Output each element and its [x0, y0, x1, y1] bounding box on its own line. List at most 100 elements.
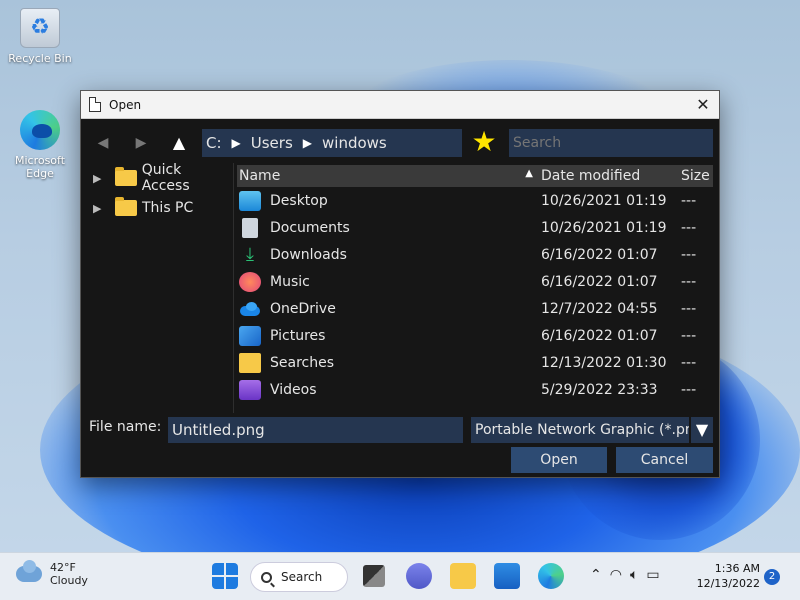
file-name: Searches: [270, 354, 335, 371]
sidebar-item-label: Quick Access: [141, 162, 190, 194]
notification-badge[interactable]: 2: [764, 569, 780, 585]
file-date: 6/16/2022 01:07: [541, 327, 658, 344]
file-row[interactable]: Music 6/16/2022 01:07 ---: [237, 268, 713, 295]
file-size: ---: [681, 327, 697, 344]
desktop-icon-recycle-bin[interactable]: Recycle Bin: [5, 8, 75, 65]
downloads-folder-icon: ⤓: [246, 243, 254, 265]
favorite-star-icon[interactable]: ★: [469, 127, 499, 157]
breadcrumb-separator-icon[interactable]: ▶: [232, 136, 241, 150]
file-row[interactable]: Documents 10/26/2021 01:19 ---: [237, 214, 713, 241]
sort-ascending-icon: ▲: [525, 168, 533, 179]
file-size: ---: [681, 300, 697, 317]
file-name-cell: Videos: [237, 379, 537, 400]
sidebar-item-quick-access[interactable]: ▶ Quick Access: [81, 162, 233, 194]
chevron-up-icon[interactable]: ⌃: [590, 567, 602, 583]
search-icon: [261, 571, 272, 583]
file-name: Desktop: [270, 192, 328, 209]
cloud-icon: [16, 560, 42, 582]
column-header-label: Name: [239, 168, 281, 184]
file-row[interactable]: Searches 12/13/2022 01:30 ---: [237, 349, 713, 376]
filetype-select[interactable]: Portable Network Graphic (*.png) ▼: [471, 417, 713, 443]
file-name-cell: Pictures: [237, 325, 537, 346]
clock-date: 12/13/2022: [696, 577, 760, 590]
volume-icon[interactable]: 🔈︎: [630, 567, 638, 583]
desktop-icon-edge[interactable]: Microsoft Edge: [5, 110, 75, 180]
column-header-date[interactable]: Date modified: [537, 168, 679, 184]
taskbar-search-label: Search: [281, 570, 323, 584]
file-name-cell: Documents: [237, 217, 537, 238]
expand-arrow-icon[interactable]: ▶: [93, 202, 115, 215]
weather-widget[interactable]: 42°F Cloudy: [16, 560, 88, 587]
open-file-dialog: Open ✕ ◀ ▶ ▲ C: ▶ Users ▶ windows ★ ▶ Qu…: [80, 90, 720, 478]
breadcrumb-item[interactable]: windows: [322, 134, 387, 152]
file-date: 12/13/2022 01:30: [541, 354, 667, 371]
file-size: ---: [681, 219, 697, 236]
file-date: 12/7/2022 04:55: [541, 300, 658, 317]
battery-icon[interactable]: ▭: [646, 567, 659, 583]
column-header-row: Name ▲ Date modified Size: [237, 165, 713, 187]
navigation-bar: ◀ ▶ ▲ C: ▶ Users ▶ windows ★: [81, 127, 721, 159]
file-date: 6/16/2022 01:07: [541, 246, 658, 263]
pictures-folder-icon: [239, 325, 261, 346]
breadcrumb-item[interactable]: C:: [206, 134, 222, 152]
file-size: ---: [681, 273, 697, 290]
file-date: 6/16/2022 01:07: [541, 273, 658, 290]
close-button[interactable]: ✕: [693, 95, 713, 115]
edge-icon[interactable]: [538, 563, 564, 589]
folder-icon: [114, 167, 137, 186]
file-row[interactable]: OneDrive 12/7/2022 04:55 ---: [237, 295, 713, 322]
taskbar-search-button[interactable]: Search: [250, 562, 348, 592]
filename-label: File name:: [89, 419, 162, 435]
wifi-icon[interactable]: ◠: [610, 567, 622, 583]
file-name-cell: OneDrive: [237, 299, 537, 319]
music-folder-icon: [239, 271, 261, 292]
clock[interactable]: 1:36 AM 12/13/2022: [697, 561, 760, 591]
breadcrumb-separator-icon[interactable]: ▶: [303, 136, 312, 150]
column-header-name[interactable]: Name ▲: [237, 168, 537, 184]
breadcrumb-item[interactable]: Users: [251, 134, 293, 152]
onedrive-icon: [239, 299, 261, 319]
dialog-titlebar[interactable]: Open ✕: [81, 91, 719, 119]
dialog-title: Open: [109, 97, 142, 112]
cancel-button[interactable]: Cancel: [616, 447, 713, 473]
document-icon: [89, 97, 101, 112]
sidebar-item-this-pc[interactable]: ▶ This PC: [81, 193, 233, 223]
file-name-cell: Desktop: [237, 190, 537, 211]
file-row[interactable]: ⤓ Downloads 6/16/2022 01:07 ---: [237, 241, 713, 268]
file-size: ---: [681, 246, 697, 263]
breadcrumb[interactable]: C: ▶ Users ▶ windows: [202, 129, 462, 157]
file-row[interactable]: Videos 5/29/2022 23:33 ---: [237, 376, 713, 403]
open-button[interactable]: Open: [511, 447, 607, 473]
file-name-cell: Searches: [237, 352, 537, 373]
file-row[interactable]: Desktop 10/26/2021 01:19 ---: [237, 187, 713, 214]
file-date: 10/26/2021 01:19: [541, 219, 667, 236]
teams-chat-icon[interactable]: [406, 563, 432, 589]
recycle-bin-icon: [20, 8, 60, 48]
expand-arrow-icon[interactable]: ▶: [93, 172, 115, 185]
dropdown-arrow-icon[interactable]: ▼: [689, 417, 713, 443]
file-name: Pictures: [270, 327, 326, 344]
mail-icon[interactable]: [494, 563, 520, 589]
task-view-icon[interactable]: [363, 565, 385, 587]
filetype-value: Portable Network Graphic (*.png): [475, 422, 709, 438]
file-size: ---: [681, 192, 697, 209]
file-name-cell: Music: [237, 271, 537, 292]
weather-desc: Cloudy: [50, 574, 88, 587]
start-button[interactable]: [212, 563, 238, 589]
filename-field[interactable]: Untitled.png: [168, 417, 463, 443]
desktop-folder-icon: [239, 190, 261, 211]
taskbar: 42°F Cloudy Search ⌃ ◠ 🔈︎ ▭ 1:36 AM 12/1…: [0, 552, 800, 600]
file-explorer-icon[interactable]: [450, 563, 476, 589]
forward-button[interactable]: ▶: [131, 133, 151, 153]
sidebar: ▶ Quick Access ▶ This PC: [81, 162, 234, 413]
file-row[interactable]: Pictures 6/16/2022 01:07 ---: [237, 322, 713, 349]
file-date: 5/29/2022 23:33: [541, 381, 658, 398]
weather-temp: 42°F: [50, 561, 76, 574]
desktop-icon-label: Microsoft Edge: [14, 154, 66, 180]
up-button[interactable]: ▲: [169, 133, 189, 153]
column-header-size[interactable]: Size: [679, 168, 713, 184]
file-name: Documents: [270, 219, 350, 236]
file-name: Downloads: [270, 246, 347, 263]
back-button[interactable]: ◀: [93, 133, 113, 153]
search-input[interactable]: [509, 129, 713, 157]
